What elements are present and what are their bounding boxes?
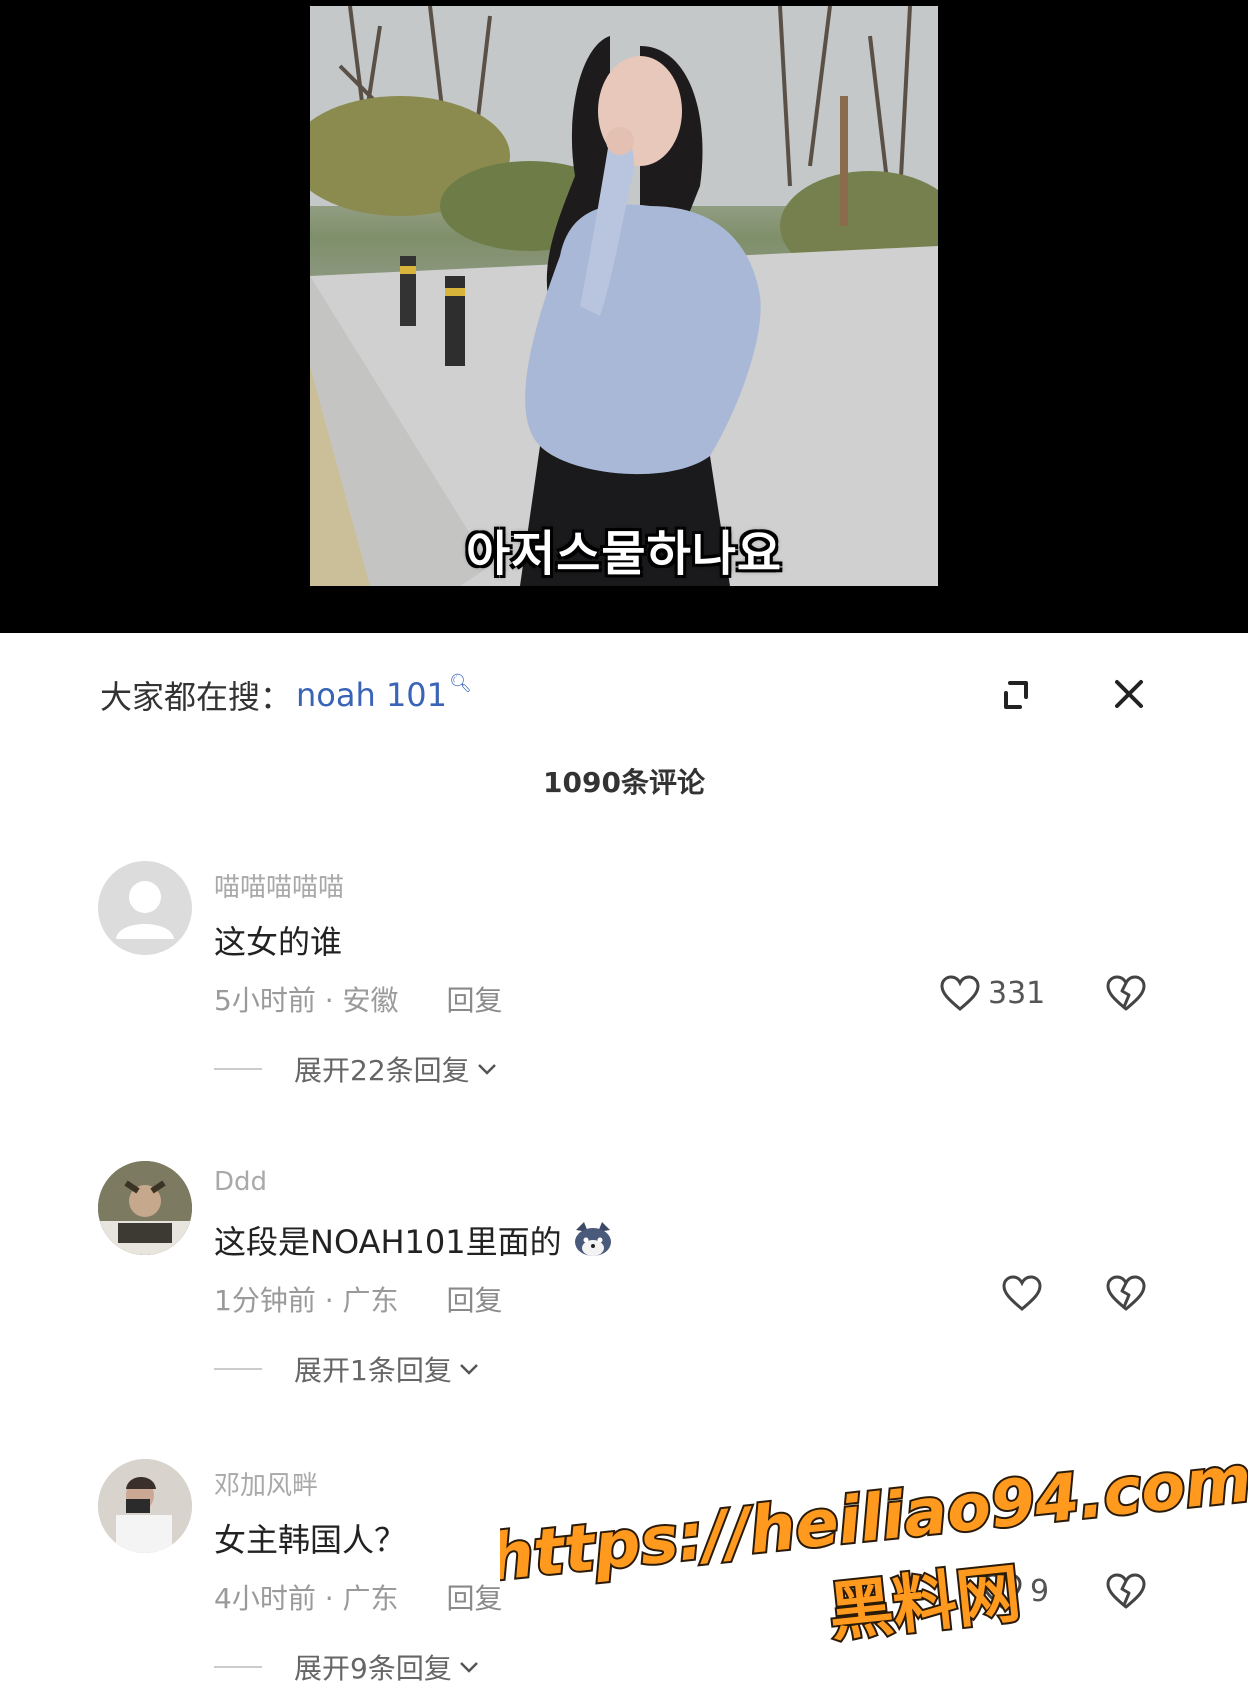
close-icon	[1115, 680, 1143, 708]
expand-replies-button[interactable]: 展开1条回复	[214, 1349, 480, 1389]
default-avatar-icon	[116, 881, 174, 939]
broken-heart-icon[interactable]	[1104, 1273, 1148, 1313]
video-subtitle: 아저스물하나요	[465, 526, 783, 582]
like-button[interactable]: 331	[938, 973, 1045, 1013]
video-player[interactable]: 아저스물하나요	[0, 0, 1248, 633]
dog-emoji-icon	[574, 1222, 611, 1256]
reply-button[interactable]: 回复	[447, 1279, 503, 1319]
comment-time-location: 5小时前 · 安徽	[214, 984, 399, 1017]
search-icon: 🔍︎	[449, 672, 472, 694]
comment-text-content: 女主韩国人？	[214, 1521, 407, 1559]
comment-text: 这女的谁	[214, 917, 342, 963]
reply-button[interactable]: 回复	[447, 979, 503, 1019]
comment-meta: 4小时前 · 广东 回复	[214, 1577, 503, 1617]
avatar[interactable]	[98, 861, 192, 955]
comment-username[interactable]: Ddd	[214, 1167, 267, 1197]
fullscreen-button[interactable]	[996, 675, 1036, 715]
expand-replies-label: 展开1条回复	[294, 1354, 452, 1387]
heart-icon	[940, 975, 980, 1011]
chevron-down-icon	[459, 1662, 478, 1673]
divider-line	[214, 1368, 262, 1370]
broken-heart-icon[interactable]	[1104, 1571, 1148, 1611]
broken-heart-icon[interactable]	[1104, 973, 1148, 1013]
comment-text-content: 这女的谁	[214, 923, 343, 961]
expand-replies-label: 展开9条回复	[294, 1652, 452, 1685]
comment-username[interactable]: 邓加风畔	[214, 1465, 318, 1502]
expand-icon	[1004, 681, 1028, 709]
chevron-down-icon	[477, 1064, 496, 1075]
search-suggestion[interactable]: 大家都在搜： noah 101 🔍︎	[100, 673, 472, 717]
expand-replies-button[interactable]: 展开9条回复	[214, 1647, 480, 1687]
video-frame[interactable]: 아저스물하나요	[310, 6, 938, 586]
comment-time-location: 1分钟前 · 广东	[214, 1284, 399, 1317]
search-prefix-label: 大家都在搜：	[100, 678, 293, 716]
comment-item: Ddd 这段是NOAH101里面的 1分钟前 · 广东 回复 展开1条回复	[0, 1161, 1248, 1441]
avatar[interactable]	[98, 1459, 192, 1553]
comment-item: 邓加风畔 女主韩国人？ 4小时前 · 广东 回复 9 展开9条回复	[0, 1459, 1248, 1699]
comment-username[interactable]: 喵喵喵喵喵	[214, 867, 344, 904]
reply-button[interactable]: 回复	[447, 1577, 503, 1617]
like-count: 9	[1030, 1573, 1050, 1609]
close-button[interactable]	[1108, 673, 1150, 715]
like-button[interactable]	[1000, 1273, 1044, 1313]
like-count: 331	[988, 975, 1046, 1011]
divider-line	[214, 1666, 262, 1668]
search-term-link[interactable]: noah 101	[296, 676, 447, 714]
avatar[interactable]	[98, 1161, 192, 1255]
divider-line	[214, 1068, 262, 1070]
heart-icon	[1002, 1275, 1042, 1311]
expand-replies-button[interactable]: 展开22条回复	[214, 1049, 498, 1089]
video-scene-image	[310, 6, 938, 586]
user-avatar-image	[98, 1161, 192, 1255]
like-button[interactable]: 9	[980, 1571, 1049, 1611]
comment-text: 这段是NOAH101里面的	[214, 1217, 616, 1263]
comment-item: 喵喵喵喵喵 这女的谁 5小时前 · 安徽 回复 331 展开22条回复	[0, 861, 1248, 1141]
comment-time-location: 4小时前 · 广东	[214, 1582, 399, 1615]
comment-meta: 1分钟前 · 广东 回复	[214, 1279, 503, 1319]
chevron-down-icon	[459, 1364, 478, 1375]
comment-panel: 大家都在搜： noah 101 🔍︎ 1090条评论 喵喵喵喵喵 这女的谁 5小…	[0, 633, 1248, 1700]
heart-icon	[982, 1573, 1022, 1609]
comment-text-content: 这段是NOAH101里面的	[214, 1223, 562, 1261]
user-avatar-image	[98, 1459, 192, 1553]
comment-count-title: 1090条评论	[543, 766, 705, 799]
expand-replies-label: 展开22条回复	[294, 1054, 470, 1087]
comment-meta: 5小时前 · 安徽 回复	[214, 979, 503, 1019]
comment-text: 女主韩国人？	[214, 1515, 406, 1561]
